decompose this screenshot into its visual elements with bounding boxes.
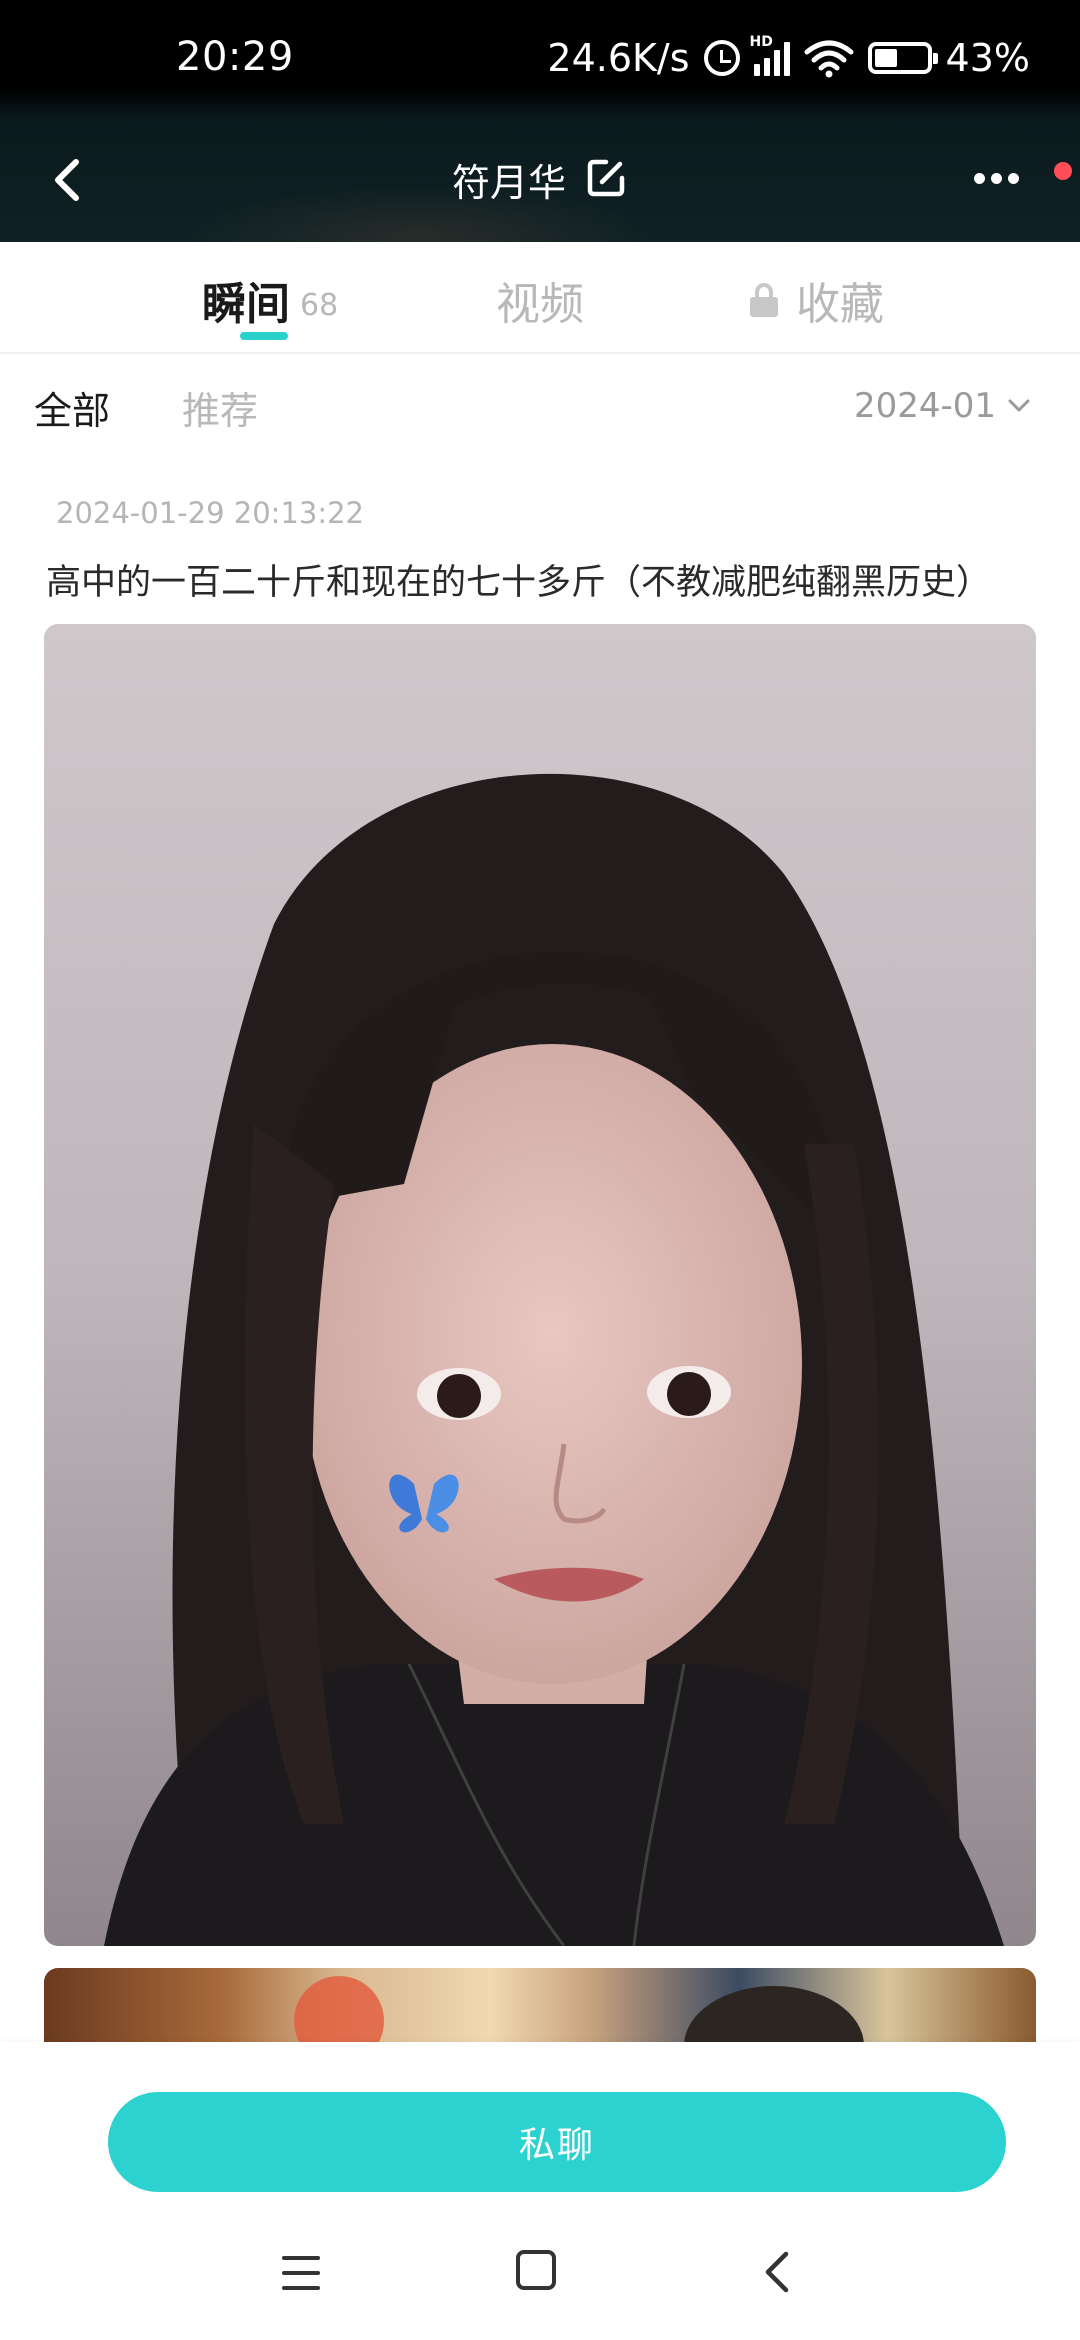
edit-name-button[interactable] [584,156,628,204]
post-text: 高中的一百二十斤和现在的七十多斤（不教减肥纯翻黑历史） [46,563,992,603]
active-tab-indicator [240,332,288,340]
tab-moments-label: 瞬间 [202,279,290,330]
battery-percent: 43% [945,36,1030,80]
more-dot [991,172,1002,184]
date-picker[interactable]: 2024-01 [854,386,1032,426]
tab-favorites-label: 收藏 [796,279,884,330]
tab-moments[interactable]: 瞬间 68 [202,268,338,332]
notification-dot [1054,162,1072,180]
status-time: 20:29 [176,34,294,80]
title-bar: 符月华 [0,130,1080,230]
wifi-icon [804,38,854,78]
photo-2-detail [684,1986,864,2042]
portrait-photo-graphic [44,624,1036,1946]
filter-row: 全部 推荐 2024-01 [0,356,1080,456]
system-back-button[interactable] [760,2250,796,2294]
content-tabs: 瞬间 68 视频 收藏 [0,242,1080,354]
date-picker-value: 2024-01 [853,386,996,426]
more-dot [1008,172,1019,184]
cellular-signal-icon: HD [750,34,790,76]
filter-all[interactable]: 全部 [34,380,110,435]
photo-2-detail [294,1976,384,2042]
post-timestamp: 2024-01-29 20:13:22 [56,496,364,530]
system-nav-bar [0,2220,1080,2330]
recent-apps-button[interactable] [282,2256,320,2290]
private-chat-button[interactable]: 私聊 [108,2092,1006,2192]
network-speed: 24.6K/s [547,36,690,80]
title-group: 符月华 [0,152,1080,207]
tab-videos-label: 视频 [496,279,584,330]
screen: 20:29 24.6K/s HD 43% 符月华 瞬间 68 视频 收藏 全部 … [0,0,1080,2340]
hd-badge: HD [749,34,773,50]
post-photo[interactable] [44,624,1036,1946]
tab-videos[interactable]: 视频 [496,268,584,332]
more-dot [974,172,985,184]
edit-icon [587,159,625,196]
filter-recommend[interactable]: 推荐 [182,380,258,435]
tab-favorites[interactable]: 收藏 [750,268,884,332]
battery-icon [867,42,938,74]
tab-moments-count: 68 [300,287,339,323]
page-title: 符月华 [451,161,566,205]
post-photo-2[interactable] [44,1968,1036,2042]
home-button[interactable] [516,2250,556,2290]
status-bar: 20:29 24.6K/s HD 43% [0,0,1080,112]
alarm-icon [703,40,740,76]
chevron-down-icon [1008,399,1030,412]
lock-icon [750,283,778,317]
status-icons: 24.6K/s HD 43% [547,30,1030,86]
more-button[interactable] [974,158,1034,198]
